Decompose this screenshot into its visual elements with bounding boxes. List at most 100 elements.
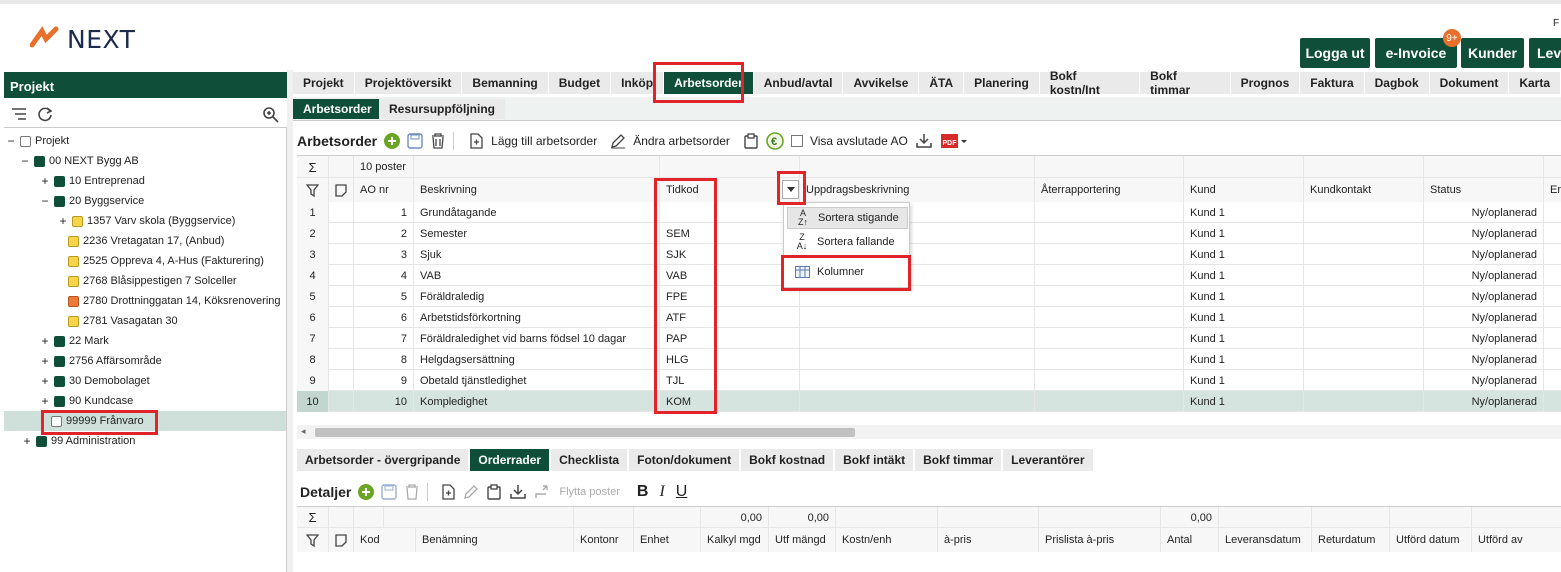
filter-icon[interactable] xyxy=(297,178,329,202)
col-ao-nr[interactable]: AO nr xyxy=(354,178,414,202)
tab-faktura[interactable]: Faktura xyxy=(1300,72,1365,94)
underline-icon[interactable]: U xyxy=(676,483,688,501)
currency-icon[interactable]: € xyxy=(766,132,784,150)
table-row[interactable]: 8 8 Helgdagsersättning HLG Kund 1 Ny/oplanera… xyxy=(297,349,1561,370)
col-kund[interactable]: Kund xyxy=(1184,178,1304,202)
tab-bokf-timmar[interactable]: Bokf timmar xyxy=(1140,69,1231,97)
sort-ascending-item[interactable]: A Z↑ Sortera stigande xyxy=(787,207,908,229)
expand-icon[interactable]: + xyxy=(58,214,68,228)
tab-projekt[interactable]: Projekt xyxy=(293,72,355,94)
col-leveransdatum[interactable]: Leveransdatum xyxy=(1219,528,1312,552)
tab-planering[interactable]: Planering xyxy=(964,72,1040,94)
subtab-arbetsorder[interactable]: Arbetsorder xyxy=(293,99,382,119)
tree-node[interactable]: − 20 Byggservice xyxy=(40,192,144,210)
delete-row-icon[interactable] xyxy=(404,484,420,500)
table-row[interactable]: 2 2 Semester SEM Kund 1 Ny/oplanerad xyxy=(297,223,1561,244)
add-arbetsorder-button[interactable]: Lägg till arbetsorder xyxy=(491,134,597,148)
tab-bokf-kostn-int[interactable]: Bokf kostn/Int xyxy=(1039,69,1141,97)
tab-avvikelse[interactable]: Avvikelse xyxy=(843,72,920,94)
table-row[interactable]: 6 6 Arbetstidsförkortning ATF Kund 1 Ny/oplan… xyxy=(297,307,1561,328)
col-utf-mangd[interactable]: Utf mängd xyxy=(769,528,836,552)
save-icon[interactable] xyxy=(407,133,423,149)
detail-tab-bokf-kostnad[interactable]: Bokf kostnad xyxy=(741,449,836,471)
edit-pencil-icon[interactable] xyxy=(610,133,626,149)
logout-button[interactable]: Logga ut xyxy=(1300,38,1370,68)
horizontal-scrollbar[interactable]: ◂ xyxy=(297,425,1561,439)
table-row[interactable]: 3 3 Sjuk SJK Kund 1 Ny/oplanerad xyxy=(297,244,1561,265)
download-icon[interactable] xyxy=(509,484,527,500)
detail-tab-bokf-timmar[interactable]: Bokf timmar xyxy=(915,449,1004,471)
tree-node[interactable]: +30 Demobolaget xyxy=(40,372,149,390)
detail-tab-orderrader[interactable]: Orderrader xyxy=(470,449,552,471)
scrollbar-thumb[interactable] xyxy=(315,428,855,437)
tab-anbud-avtal[interactable]: Anbud/avtal xyxy=(753,72,844,94)
tree-node[interactable]: 2525 Oppreva 4, A-Hus (Fakturering) xyxy=(68,252,264,270)
tree-node[interactable]: +22 Mark xyxy=(40,332,108,350)
col-kod[interactable]: Kod xyxy=(354,528,416,552)
expand-icon[interactable]: + xyxy=(40,394,50,408)
zoom-search-icon[interactable] xyxy=(262,106,279,123)
add-document-icon[interactable] xyxy=(440,484,456,500)
detail-tab-bokf-intäkt[interactable]: Bokf intäkt xyxy=(835,449,916,471)
table-row[interactable]: 4 4 VAB VAB Kund 1 Ny/oplanerad xyxy=(297,265,1561,286)
download-icon[interactable] xyxy=(915,133,933,149)
tree-node[interactable]: +10 Entreprenad xyxy=(40,172,144,190)
clipboard-icon[interactable] xyxy=(743,133,759,149)
expand-icon[interactable]: + xyxy=(22,434,32,448)
col-returdatum[interactable]: Returdatum xyxy=(1312,528,1390,552)
subtab-resursuppfoljning[interactable]: Resursuppföljning xyxy=(379,99,505,119)
italic-icon[interactable]: I xyxy=(659,483,664,501)
expand-icon[interactable]: + xyxy=(40,174,50,188)
edit-pencil-icon[interactable] xyxy=(463,484,479,500)
sort-descending-item[interactable]: Z A↓ Sortera fallande xyxy=(787,231,908,253)
collapse-icon[interactable]: − xyxy=(6,134,16,148)
tree-node[interactable]: − 00 NEXT Bygg AB xyxy=(20,152,138,170)
collapse-icon[interactable]: − xyxy=(40,194,50,208)
col-beskrivning[interactable]: Beskrivning xyxy=(414,178,660,202)
tree-node[interactable]: +1357 Varv skola (Byggservice) xyxy=(58,212,235,230)
move-icon[interactable] xyxy=(534,484,552,500)
tab-bemanning[interactable]: Bemanning xyxy=(462,72,549,94)
add-document-icon[interactable] xyxy=(468,133,484,149)
tab-projektöversikt[interactable]: Projektöversikt xyxy=(354,72,463,94)
tab-prognos[interactable]: Prognos xyxy=(1230,72,1301,94)
table-row[interactable]: 1 1 Grundåtagande Kund 1 Ny/oplanerad xyxy=(297,202,1561,223)
table-row[interactable]: 5 5 Föräldraledig FPE Kund 1 Ny/oplanerad xyxy=(297,286,1561,307)
note-icon[interactable] xyxy=(329,528,354,552)
kunder-button[interactable]: Kunder xyxy=(1461,38,1524,68)
collapse-icon[interactable]: − xyxy=(20,154,30,168)
col-benamning[interactable]: Benämning xyxy=(416,528,574,552)
clipboard-icon[interactable] xyxy=(486,484,502,500)
tab-budget[interactable]: Budget xyxy=(548,72,612,94)
tree-node[interactable]: +2756 Affärsområde xyxy=(40,352,161,370)
col-er[interactable]: Er xyxy=(1544,178,1561,202)
table-row[interactable]: 10 10 Kompledighet KOM Kund 1 Ny/oplanerad xyxy=(297,391,1561,412)
tree-node[interactable]: 2781 Vasagatan 30 xyxy=(68,312,178,330)
tree-node[interactable]: 2780 Drottninggatan 14, Köksrenovering xyxy=(68,292,281,310)
col-a-pris[interactable]: à-pris xyxy=(938,528,1039,552)
refresh-icon[interactable] xyxy=(37,106,53,122)
tab-karta[interactable]: Karta xyxy=(1509,72,1561,94)
detail-tab-leverantörer[interactable]: Leverantörer xyxy=(1003,449,1095,471)
table-row[interactable]: 9 9 Obetald tjänstledighet TJL Kund 1 Ny/opla… xyxy=(297,370,1561,391)
detail-tab-arbetsorder-övergripande[interactable]: Arbetsorder - övergripande xyxy=(297,449,471,471)
col-kalkyl-mgd[interactable]: Kalkyl mgd xyxy=(701,528,769,552)
col-utford-av[interactable]: Utförd av xyxy=(1472,528,1561,552)
delete-icon[interactable] xyxy=(430,133,446,149)
move-posts-button[interactable]: Flytta poster xyxy=(559,486,620,498)
tab-dokument[interactable]: Dokument xyxy=(1429,72,1510,94)
col-enhet[interactable]: Enhet xyxy=(634,528,701,552)
note-icon[interactable] xyxy=(329,178,354,202)
expand-icon[interactable]: + xyxy=(40,374,50,388)
col-status[interactable]: Status xyxy=(1424,178,1544,202)
detail-tab-foton-dokument[interactable]: Foton/dokument xyxy=(629,449,742,471)
save-row-icon[interactable] xyxy=(381,484,398,500)
table-row[interactable]: 7 7 Föräldraledighet vid barns födsel 10 d… xyxy=(297,328,1561,349)
filter-list-icon[interactable] xyxy=(11,107,27,121)
detail-tab-checklista[interactable]: Checklista xyxy=(551,449,630,471)
tab-äta[interactable]: ÄTA xyxy=(919,72,965,94)
scroll-left-icon[interactable]: ◂ xyxy=(301,426,306,437)
expand-icon[interactable]: + xyxy=(40,354,50,368)
col-kontonr[interactable]: Kontonr xyxy=(574,528,634,552)
col-utford-datum[interactable]: Utförd datum xyxy=(1390,528,1472,552)
